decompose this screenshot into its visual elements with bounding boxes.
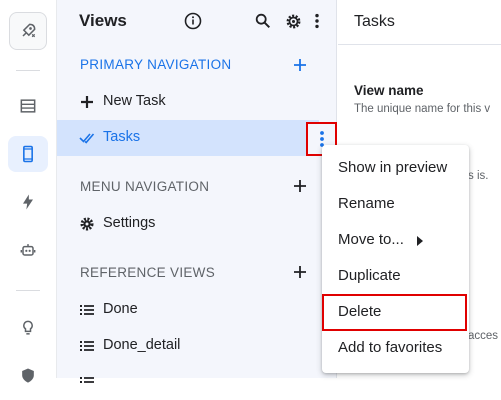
- nav-item-settings[interactable]: Settings: [57, 206, 337, 242]
- more-vert-icon[interactable]: [307, 11, 327, 31]
- bolt-icon[interactable]: [8, 184, 48, 220]
- mobile-icon[interactable]: [8, 136, 48, 172]
- view-name-help: The unique name for this v: [354, 103, 491, 115]
- table-icon[interactable]: [8, 88, 48, 124]
- main-header: Tasks: [338, 0, 501, 45]
- search-icon[interactable]: [253, 11, 273, 31]
- app-logo-icon[interactable]: [9, 12, 47, 50]
- rail-divider: [16, 290, 40, 291]
- info-icon[interactable]: [184, 12, 202, 30]
- section-primary-navigation: PRIMARY NAVIGATION: [80, 57, 232, 72]
- add-menu-view-icon[interactable]: [292, 178, 308, 194]
- menu-item-label: Duplicate: [338, 267, 401, 284]
- submenu-arrow-icon: [417, 236, 423, 246]
- nav-item-label: Done_detail: [103, 337, 181, 353]
- add-primary-view-icon[interactable]: [292, 57, 308, 73]
- menu-item-move-to[interactable]: Move to...: [322, 223, 469, 257]
- gear-icon: [79, 216, 95, 232]
- nav-item-done-detail[interactable]: Done_detail: [57, 328, 337, 364]
- menu-item-add-to-favorites[interactable]: Add to favorites: [322, 331, 469, 365]
- panel-header: Views: [57, 0, 337, 44]
- add-reference-view-icon[interactable]: [292, 264, 308, 280]
- icon-rail: [0, 0, 57, 383]
- context-menu: Show in preview Rename Move to... Duplic…: [322, 145, 469, 373]
- nav-item-label: Settings: [103, 215, 156, 231]
- double-check-icon: [79, 130, 95, 146]
- views-panel: Views PRIMARY NAVIGATION New Task Tasks …: [57, 0, 337, 383]
- nav-item-label: New Task: [103, 93, 166, 109]
- nav-item-new-task[interactable]: New Task: [57, 84, 337, 120]
- nav-item-label: Done: [103, 301, 138, 317]
- delete-highlight: [322, 294, 467, 331]
- list-icon: [79, 374, 95, 390]
- section-reference-views: REFERENCE VIEWS: [80, 265, 216, 280]
- section-menu-navigation: MENU NAVIGATION: [80, 179, 210, 194]
- help-text-fragment: s is.: [468, 170, 489, 182]
- view-name-label: View name: [354, 83, 424, 98]
- nav-item-label: Tasks: [103, 129, 141, 145]
- gear-icon[interactable]: [283, 11, 303, 31]
- menu-item-label: Rename: [338, 195, 395, 212]
- rail-divider: [16, 70, 40, 71]
- menu-item-show-in-preview[interactable]: Show in preview: [322, 151, 469, 185]
- menu-item-label: Show in preview: [338, 159, 448, 176]
- plus-icon: [79, 94, 95, 110]
- menu-item-rename[interactable]: Rename: [322, 187, 469, 221]
- panel-title: Views: [79, 11, 127, 30]
- shield-icon[interactable]: [8, 358, 48, 394]
- nav-item-partial[interactable]: [57, 364, 337, 400]
- menu-item-label: Move to...: [338, 231, 404, 248]
- help-text-fragment: acces: [468, 330, 499, 342]
- list-icon: [79, 338, 95, 354]
- lightbulb-icon[interactable]: [8, 310, 48, 346]
- robot-icon[interactable]: [8, 232, 48, 268]
- menu-item-duplicate[interactable]: Duplicate: [322, 259, 469, 293]
- list-icon: [79, 302, 95, 318]
- nav-item-tasks[interactable]: Tasks: [57, 120, 319, 156]
- menu-item-label: Add to favorites: [338, 339, 443, 356]
- main-title: Tasks: [354, 13, 395, 30]
- nav-item-done[interactable]: Done: [57, 292, 337, 328]
